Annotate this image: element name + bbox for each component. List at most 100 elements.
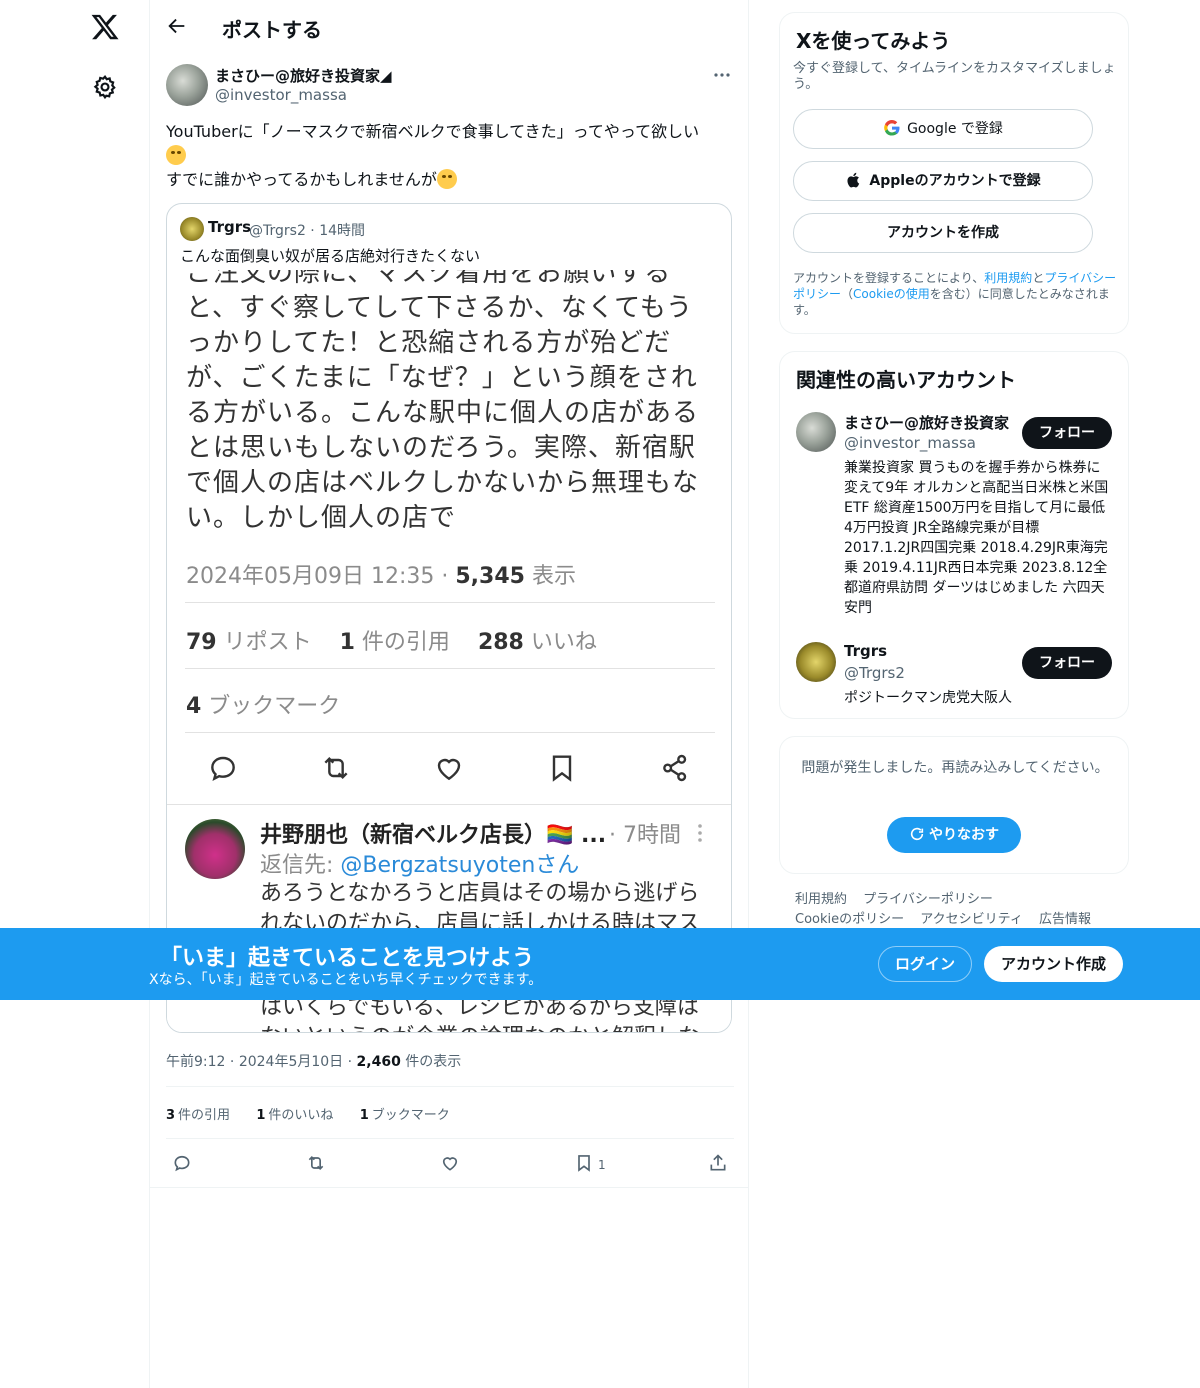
bookmarks-label: ブックマーク <box>371 1108 450 1123</box>
terms-link[interactable]: 利用規約 <box>984 271 1032 285</box>
related-avatar[interactable] <box>796 642 836 682</box>
follow-button[interactable]: フォロー <box>1022 647 1112 679</box>
left-nav <box>0 0 150 1388</box>
signup-subtitle: 今すぐ登録して、タイムラインをカスタマイズしましょう。 <box>793 61 1116 92</box>
post-views-num: 2,460 <box>356 1054 401 1070</box>
likes-label: 件のいいね <box>268 1108 334 1123</box>
retry-label: やりなおす <box>929 827 999 843</box>
x-logo-icon[interactable] <box>90 12 120 42</box>
screenshot-likes-num: 288 <box>477 630 524 655</box>
screenshot-reply-to-handle: @Bergzatsuyotenさん <box>340 853 580 878</box>
settings-gear-icon[interactable] <box>92 74 118 100</box>
screenshot-reposts-label: リポスト <box>216 630 312 655</box>
signup-title: Xを使ってみよう <box>796 29 951 53</box>
rofl-emoji-icon <box>166 145 186 165</box>
screenshot-views-label: 表示 <box>524 564 576 589</box>
bookmark-icon[interactable] <box>574 1153 594 1173</box>
create-account-banner-button[interactable]: アカウント作成 <box>984 946 1123 982</box>
footer-link-privacy[interactable]: プライバシーポリシー <box>863 892 993 907</box>
bookmark-count: 1 <box>598 1158 606 1172</box>
cookie-link[interactable]: Cookieの使用 <box>853 287 930 301</box>
google-signup-button[interactable]: Google で登録 <box>793 109 1093 149</box>
quoted-post[interactable]: Trgrs @Trgrs2 · 14時間 こんな面倒臭い奴が居る店絶対行きたくな… <box>166 203 732 1033</box>
likes-num: 1 <box>256 1108 266 1123</box>
create-account-label: アカウントを作成 <box>887 225 999 241</box>
related-bio: 兼業投資家 買うものを握手券から株券に変えて9年 オルカンと高配当日米株と米国E… <box>844 460 1109 616</box>
google-icon <box>883 119 901 137</box>
screenshot-bookmarks-num: 4 <box>186 694 202 719</box>
footer-link-terms[interactable]: 利用規約 <box>795 892 847 907</box>
screenshot-bookmark-icon <box>546 752 578 784</box>
like-icon[interactable] <box>440 1153 460 1173</box>
screenshot-repost-icon <box>320 752 352 784</box>
retry-button[interactable]: やりなおす <box>887 817 1021 853</box>
share-icon[interactable] <box>708 1153 728 1173</box>
author-handle[interactable]: @investor_massa <box>215 86 347 104</box>
related-handle[interactable]: @Trgrs2 <box>844 664 905 682</box>
footer-link-cookie[interactable]: Cookieのポリシー <box>795 912 904 927</box>
error-card: 問題が発生しました。再読み込みしてください。 やりなおす <box>779 736 1129 874</box>
related-name[interactable]: まさひー@旅好き投資家 <box>844 412 1009 433</box>
bookmarks-num: 1 <box>359 1108 369 1123</box>
page-title: ポストする <box>222 18 322 42</box>
screenshot-divider <box>185 732 715 733</box>
quote-author-name: Trgrs <box>208 218 252 236</box>
screenshot-reply-more-icon <box>697 823 703 843</box>
post-date[interactable]: 2024年5月10日 <box>239 1054 343 1070</box>
screenshot-quotes-label: 件の引用 <box>354 630 450 655</box>
related-avatar[interactable] <box>796 412 836 452</box>
related-name[interactable]: Trgrs <box>844 642 887 660</box>
quote-author-avatar <box>180 217 204 241</box>
divider <box>166 1138 734 1139</box>
legal-and: と <box>1032 271 1045 285</box>
screenshot-quotes-num: 1 <box>339 630 355 655</box>
related-handle[interactable]: @investor_massa <box>844 434 976 452</box>
screenshot-likes-label: いいね <box>523 630 597 655</box>
screenshot-reply-avatar <box>185 819 245 879</box>
divider <box>150 1187 748 1188</box>
post-views-label: 件の表示 <box>405 1054 462 1070</box>
footer-links: 利用規約 プライバシーポリシー Cookieのポリシー アクセシビリティ 広告情… <box>795 890 1125 930</box>
post-time[interactable]: 午前9:12 <box>166 1054 225 1070</box>
signup-card: Xを使ってみよう 今すぐ登録して、タイムラインをカスタマイズしましょう。 Goo… <box>779 12 1129 334</box>
quotes-stat[interactable]: 3 件の引用 <box>166 1108 230 1123</box>
related-title: 関連性の高いアカウント <box>796 368 1016 392</box>
legal-prefix: アカウントを登録することにより、 <box>793 271 985 285</box>
quote-text: こんな面倒臭い奴が居る店絶対行きたくない <box>180 247 481 265</box>
divider <box>166 1086 734 1087</box>
more-options-icon[interactable] <box>712 66 732 84</box>
screenshot-share-icon <box>659 752 691 784</box>
likes-stat[interactable]: 1 件のいいね <box>256 1108 333 1123</box>
login-banner: 「いま」起きていることを見つけよう Xなら、「いま」起きていることをいち早くチェ… <box>0 928 1200 1000</box>
reply-icon[interactable] <box>172 1153 192 1173</box>
post-text: YouTuberに「ノーマスクで新宿ベルクで食事してきた」ってやって欲しい すで… <box>166 120 736 192</box>
footer-link-accessibility[interactable]: アクセシビリティ <box>920 912 1023 927</box>
screenshot-reply-name: 井野朋也（新宿ベルク店長）🏳️‍🌈 ... <box>260 823 607 848</box>
banner-subline: Xなら、「いま」起きていることをいち早くチェックできます。 <box>149 972 543 988</box>
screenshot-divider <box>185 668 715 669</box>
screenshot-views-num: 5,345 <box>455 564 525 589</box>
banner-headline: 「いま」起きていることを見つけよう <box>160 946 535 971</box>
error-message: 問題が発生しました。再読み込みしてください。 <box>801 760 1109 776</box>
back-arrow-icon[interactable] <box>166 15 188 37</box>
login-button[interactable]: ログイン <box>878 946 972 982</box>
screenshot-reply-time: · 7時間 <box>609 823 681 848</box>
legal-paren: （ <box>841 287 854 301</box>
author-name[interactable]: まさひー@旅好き投資家◢ <box>215 65 392 86</box>
follow-button[interactable]: フォロー <box>1022 417 1112 449</box>
author-avatar[interactable] <box>166 64 208 106</box>
refresh-icon <box>910 827 924 841</box>
screenshot-reply-to-label: 返信先: <box>260 853 341 878</box>
screenshot-action-icons <box>167 752 731 792</box>
screenshot-meta: 2024年05月09日 12:35 · 5,345 表示 <box>186 558 576 590</box>
repost-icon[interactable] <box>306 1153 326 1173</box>
create-account-button[interactable]: アカウントを作成 <box>793 213 1093 253</box>
footer-link-ads[interactable]: 広告情報 <box>1039 912 1091 927</box>
screenshot-reply-to: 返信先: @Bergzatsuyotenさん <box>260 847 579 879</box>
screenshot-body-text: ご注文の際に、マスク着用をお願いすると、すぐ察してして下さるか、なくてもうっかり… <box>186 270 700 533</box>
quote-screenshot-image: ご注文の際に、マスク着用をお願いすると、すぐ察してして下さるか、なくてもうっかり… <box>167 270 731 1032</box>
related-accounts-card: 関連性の高いアカウント まさひー@旅好き投資家 @investor_massa … <box>779 351 1129 719</box>
apple-signup-label: Appleのアカウントで登録 <box>869 173 1041 189</box>
apple-signup-button[interactable]: Appleのアカウントで登録 <box>793 161 1093 201</box>
page-header: ポストする <box>150 0 748 54</box>
